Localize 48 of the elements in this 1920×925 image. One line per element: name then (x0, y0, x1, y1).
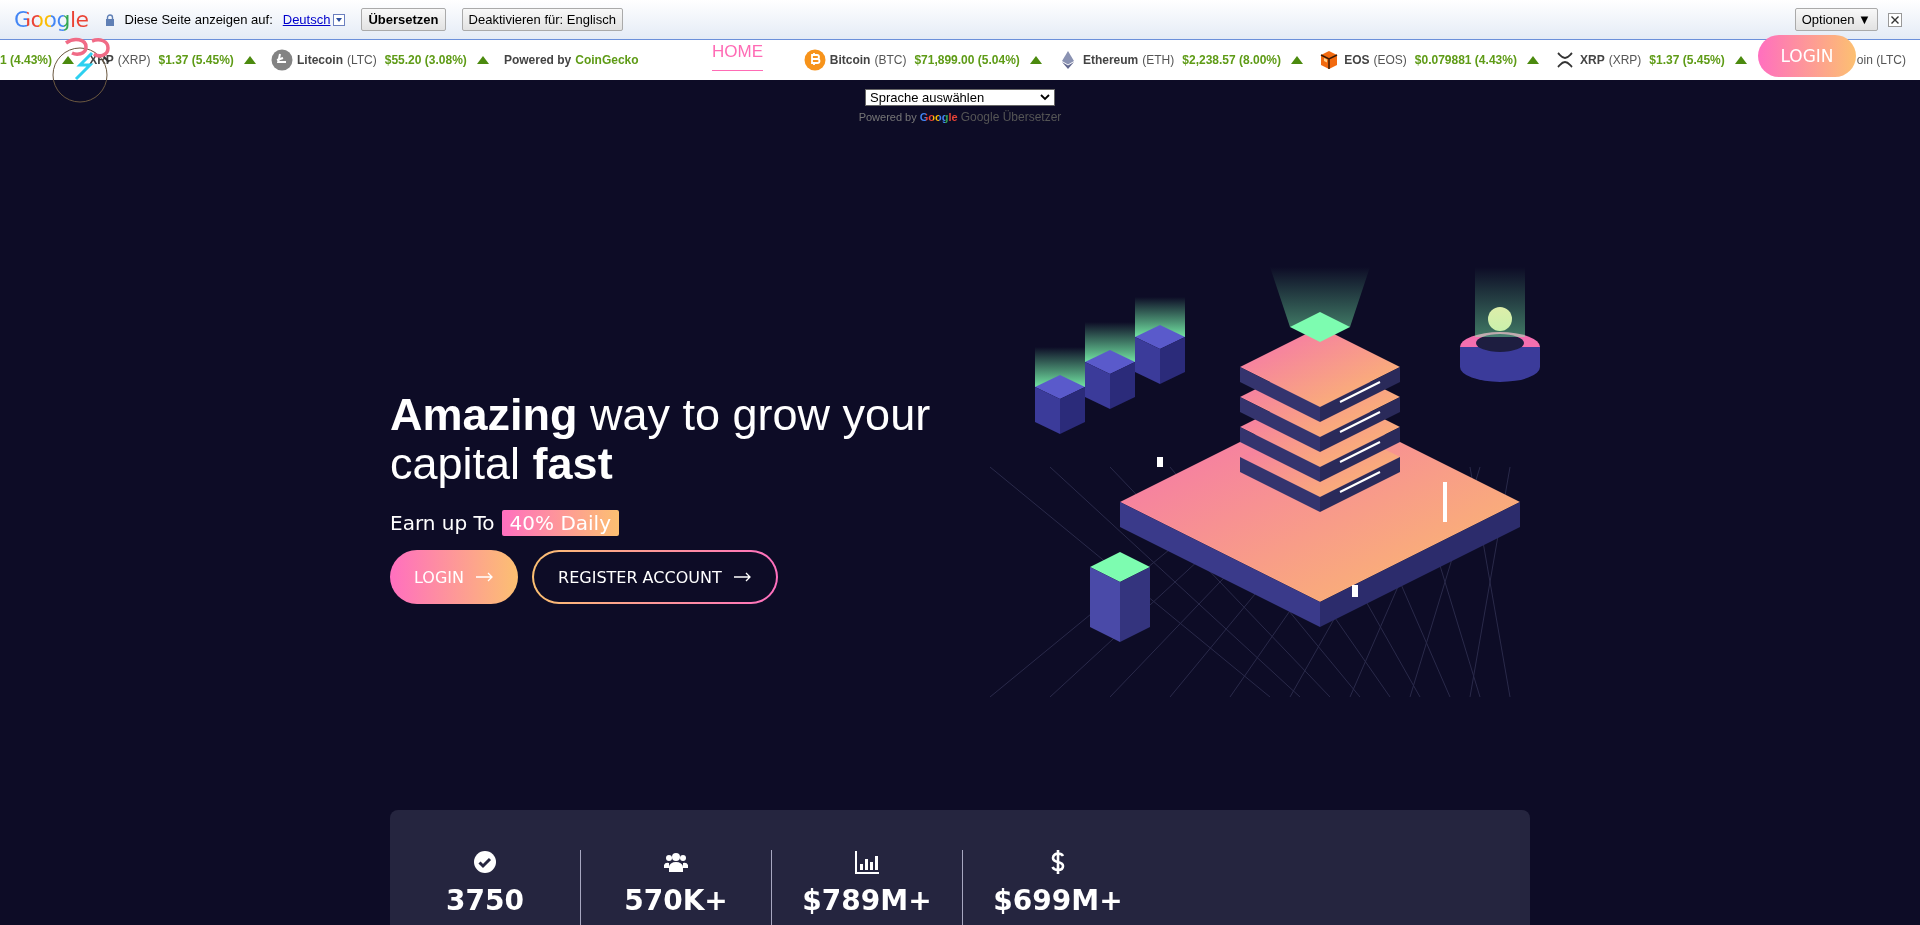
translate-button[interactable]: Übersetzen (361, 8, 446, 31)
ticker-text: oin (LTC) (1856, 53, 1906, 67)
coin-price: $55.20 (3.08%) (384, 53, 467, 67)
powered-by-text: Powered by (858, 111, 917, 123)
coin-name: Litecoin (296, 53, 343, 67)
coin-name: Bitcoin (829, 53, 871, 67)
language-link[interactable]: Deutsch (282, 12, 331, 27)
dropdown-icon (333, 13, 346, 26)
options-button[interactable]: Optionen ▼ (1794, 8, 1878, 31)
close-icon (1888, 12, 1902, 27)
coin-price: $2,238.57 (8.00%) (1182, 53, 1282, 67)
hero-heading: Amazing way to grow your capital fast (390, 390, 932, 488)
ticker-text: 1 (4.43%) (0, 53, 53, 67)
coin-price: $0.079881 (4.43%) (1414, 53, 1517, 67)
language-select[interactable]: Sprache auswählen (865, 89, 1055, 106)
coin-price: $71,899.00 (5.04%) (914, 53, 1020, 67)
coin-name: XRP (1580, 53, 1605, 67)
coin-symbol: (BTC) (874, 53, 907, 67)
stat-value: $699M+ (993, 884, 1123, 917)
arrow-right-icon (733, 572, 752, 582)
coin-symbol: (XRP) (117, 53, 151, 67)
coin-name: EOS (1344, 53, 1370, 67)
chevron-down-icon (1040, 94, 1050, 101)
coin-price: $1.37 (5.45%) (158, 53, 234, 67)
coin-icon (270, 49, 293, 71)
page-language-label: Diese Seite anzeigen auf: (124, 12, 273, 27)
credit-text: Powered by (503, 53, 572, 67)
coingecko-link[interactable]: CoinGecko (575, 53, 639, 67)
bar-chart-icon (855, 850, 879, 874)
users-icon (664, 850, 688, 874)
coin-name: Ethereum (1082, 53, 1139, 67)
coin-symbol: (ETH) (1142, 53, 1175, 67)
coin-symbol: (EOS) (1373, 53, 1407, 67)
coin-symbol: (LTC) (347, 53, 377, 67)
arrow-right-icon (476, 572, 495, 582)
register-button[interactable]: REGISTER ACCOUNT (532, 550, 778, 604)
disable-translation-button[interactable]: Deaktivieren für: Englisch (461, 8, 623, 31)
coin-icon (803, 49, 826, 71)
stat-value: 3750 (446, 884, 524, 917)
stat-value: $789M+ (802, 884, 932, 917)
stat-value: 570K+ (624, 884, 728, 917)
daily-rate-badge: 40% Daily (501, 510, 619, 536)
google-logo: Google (919, 111, 958, 123)
earn-label: Earn up To (390, 511, 495, 535)
coin-price: $1.37 (5.45%) (1649, 53, 1725, 67)
coin-symbol: (XRP) (1608, 53, 1642, 67)
check-circle-icon (473, 850, 497, 874)
lock-icon (104, 13, 115, 26)
